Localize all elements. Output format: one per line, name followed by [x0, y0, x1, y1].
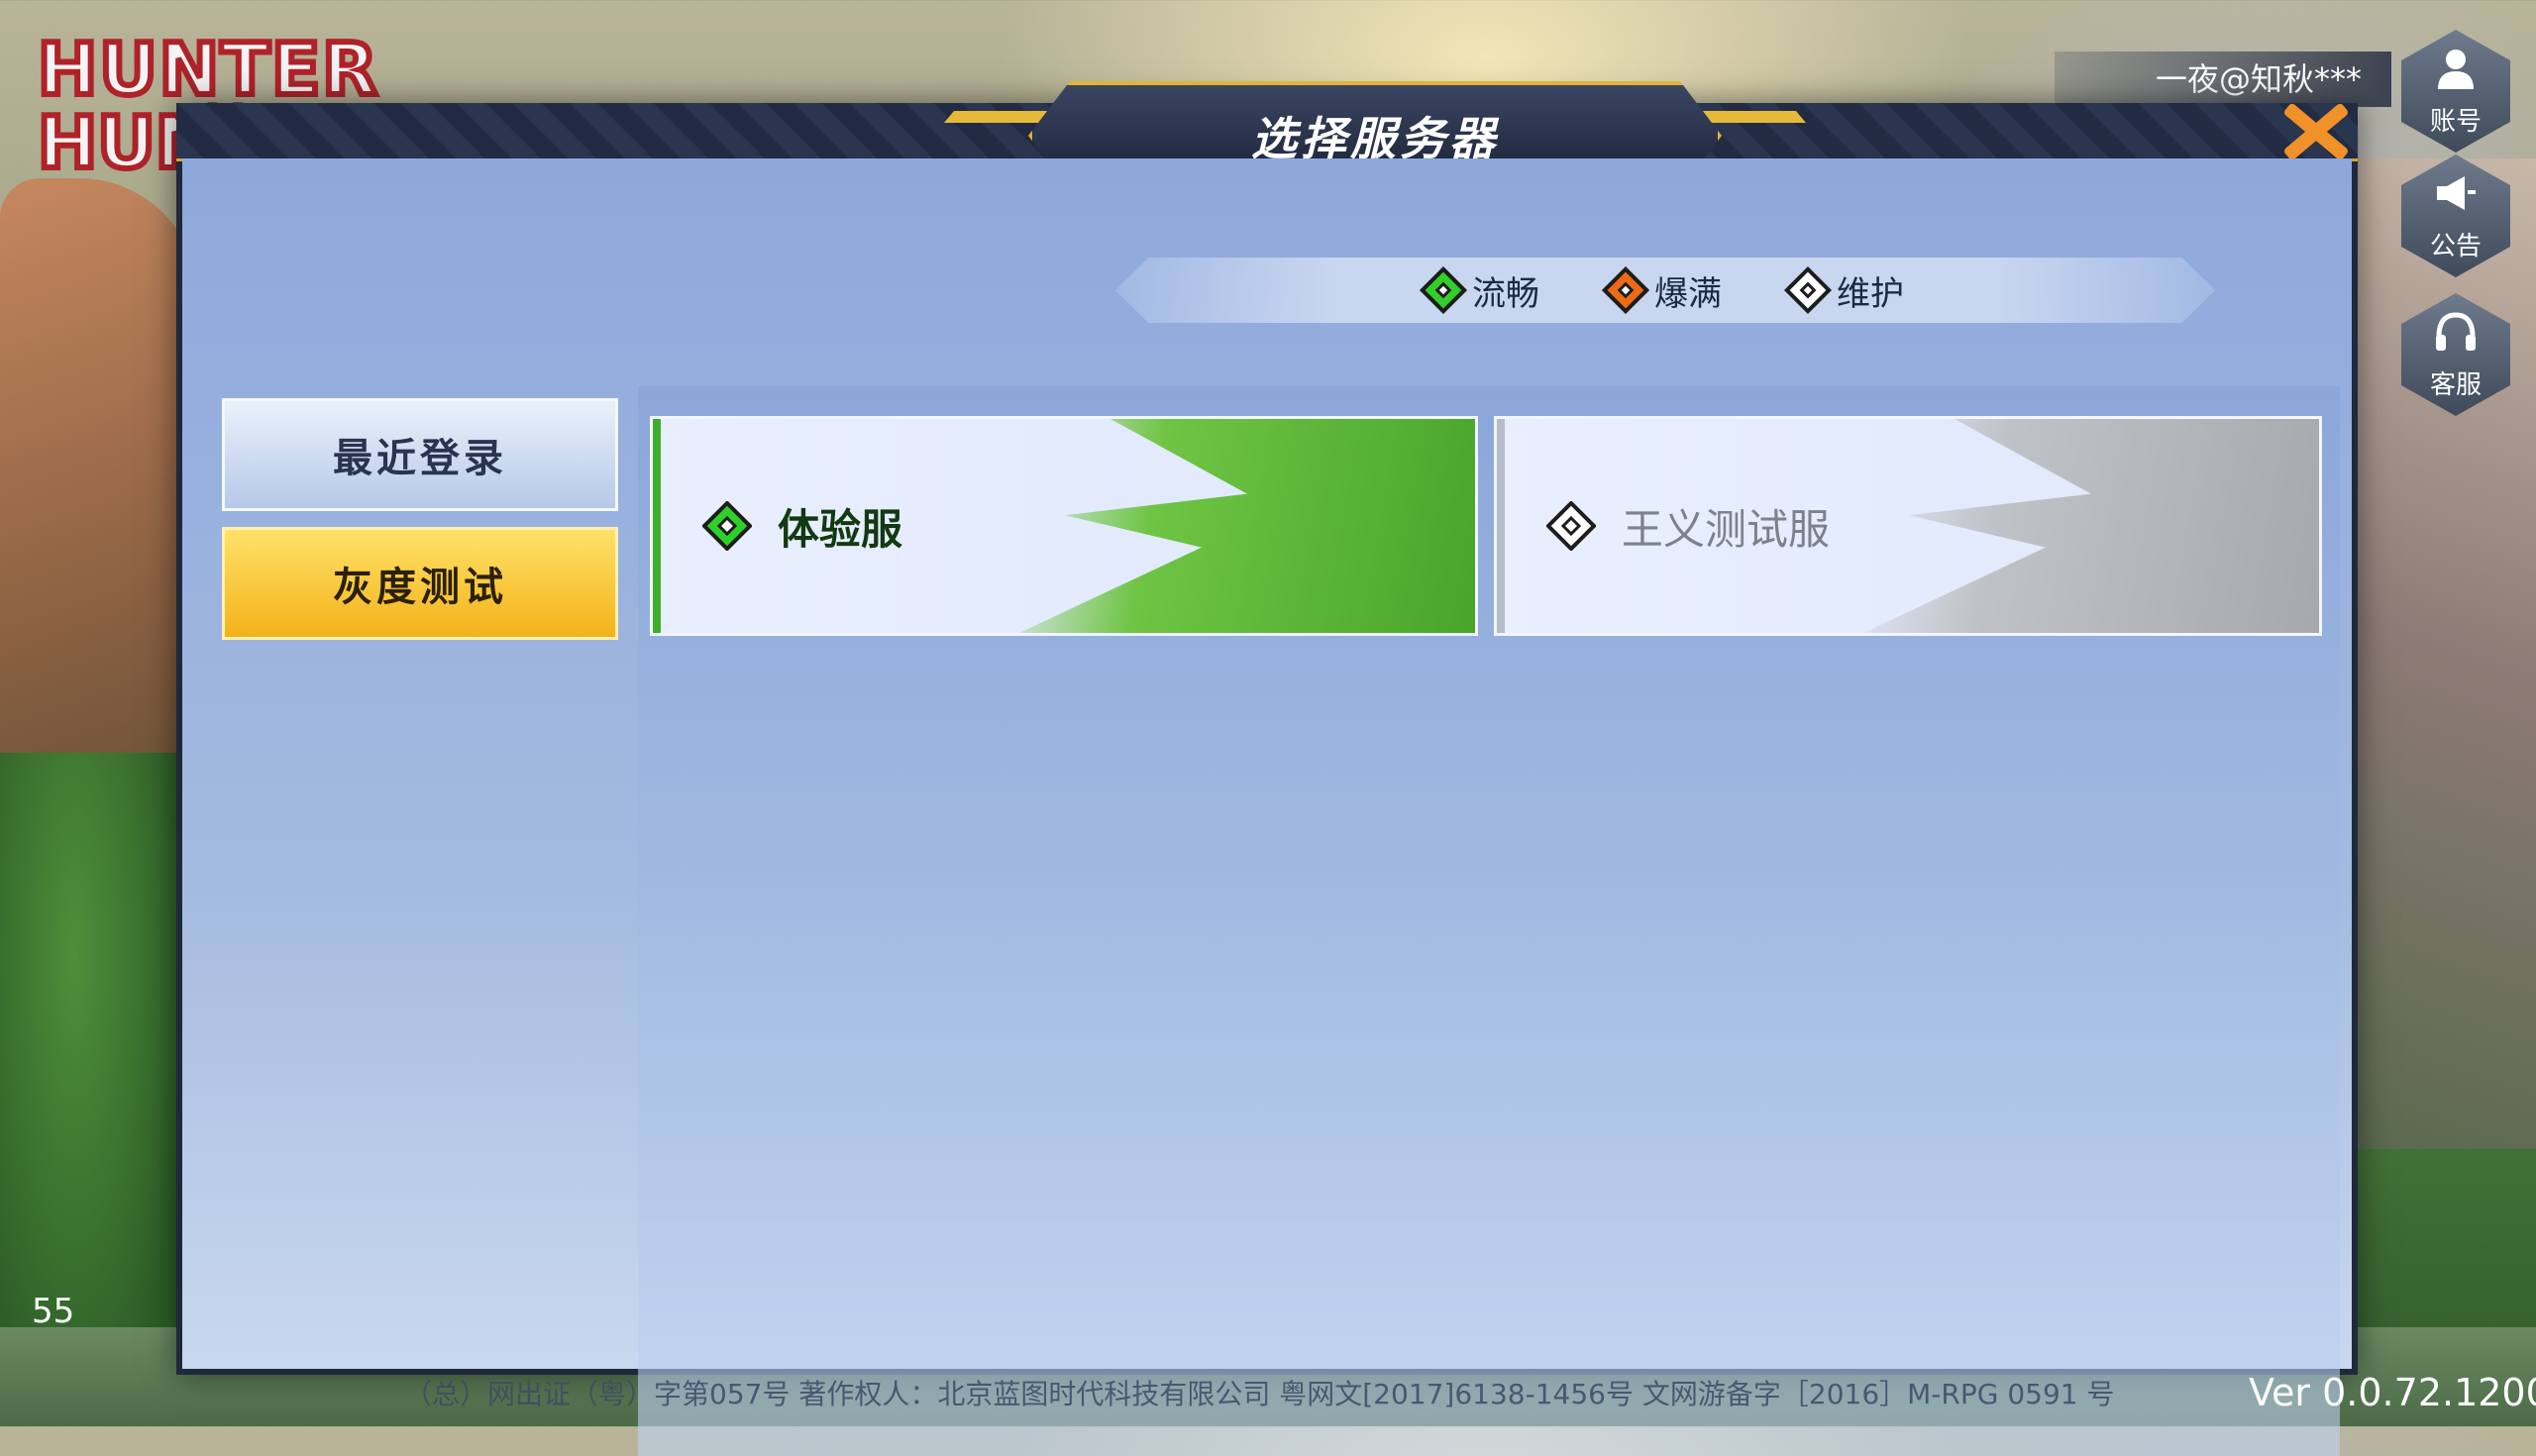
status-legend: 流畅 爆满 维护 [1115, 258, 2215, 323]
version-label: Ver 0.0.72.1200 [2249, 1371, 2536, 1414]
tab-gray-test-label: 灰度测试 [333, 565, 507, 610]
legend-label-full: 爆满 [1654, 273, 1722, 314]
status-maintenance-icon [1783, 265, 1833, 315]
status-smooth-icon [1419, 265, 1468, 315]
background-tree-left [0, 753, 188, 1426]
announcement-button-label: 公告 [2429, 231, 2482, 261]
legend-item-maintenance: 维护 [1783, 265, 1904, 315]
status-maintenance-icon [1545, 500, 1597, 552]
customer-service-button-label: 客服 [2429, 369, 2482, 400]
headset-icon [2433, 309, 2479, 363]
fps-counter: 55 [32, 1292, 75, 1331]
customer-service-button[interactable]: 客服 [2401, 293, 2510, 416]
person-icon [2433, 46, 2479, 99]
account-button-label: 账号 [2429, 106, 2482, 137]
announcement-button[interactable]: 公告 [2401, 155, 2510, 277]
server-card-test[interactable]: 王义测试服 [1494, 416, 2322, 636]
background-rock-left [0, 178, 198, 872]
account-button[interactable]: 账号 [2401, 30, 2510, 153]
megaphone-icon [2433, 170, 2479, 224]
card-decoration [1019, 419, 1475, 633]
server-list-panel: 体验服 王义测试服 [638, 386, 2340, 1456]
server-name: 王义测试服 [1622, 504, 1831, 554]
card-decoration [1863, 419, 2319, 633]
server-select-dialog: 选择服务器 流畅 爆满 维护 最近登录 灰度测试 体验服 王义测试服 [176, 81, 2358, 1456]
status-full-icon [1601, 265, 1650, 315]
copyright-notice: （总）网出证（粤）字第057号 著作权人：北京蓝图时代科技有限公司 粤网文[20… [404, 1378, 2115, 1410]
legend-label-maintenance: 维护 [1837, 273, 1904, 314]
tab-gray-test[interactable]: 灰度测试 [222, 527, 618, 640]
status-smooth-icon [701, 500, 753, 552]
dialog-body: 流畅 爆满 维护 最近登录 灰度测试 体验服 王义测试服 [182, 158, 2352, 1456]
legend-item-full: 爆满 [1601, 265, 1722, 315]
legend-label-smooth: 流畅 [1472, 273, 1539, 314]
server-name: 体验服 [778, 504, 903, 554]
legend-item-smooth: 流畅 [1419, 265, 1539, 315]
close-button[interactable] [2269, 89, 2358, 168]
tab-recent-login[interactable]: 最近登录 [222, 398, 618, 511]
tab-recent-login-label: 最近登录 [333, 436, 507, 481]
server-card-experience[interactable]: 体验服 [650, 416, 1478, 636]
